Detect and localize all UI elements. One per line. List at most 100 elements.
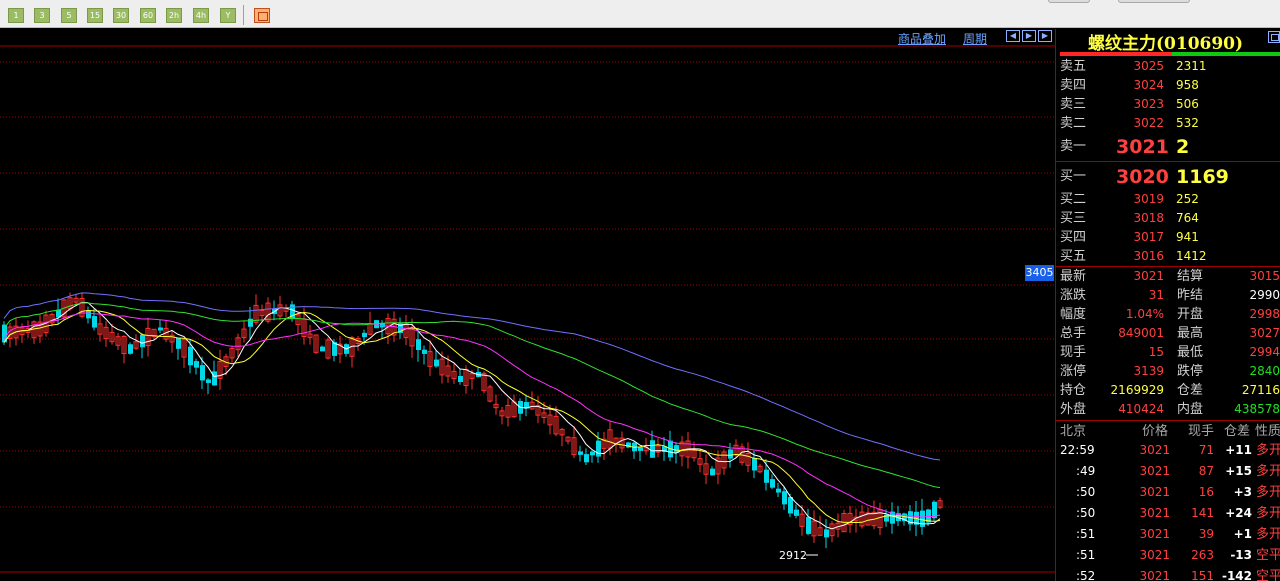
stat-value-left: 849001: [1118, 326, 1164, 340]
tick-price: 3021: [1139, 506, 1170, 520]
period-5-button[interactable]: 5: [61, 8, 77, 23]
period-30-button[interactable]: 30: [113, 8, 129, 23]
ask-label: 卖一: [1060, 139, 1087, 154]
overlay-link[interactable]: 商品叠加: [898, 30, 946, 47]
tick-row[interactable]: :51 3021 39 +1 多开: [1056, 525, 1280, 544]
tick-price: 3021: [1139, 485, 1170, 499]
tick-volume: 39: [1198, 527, 1214, 541]
candle-body: [248, 318, 253, 327]
candle-body: [650, 440, 655, 458]
candle-body: [86, 310, 91, 319]
period-15-button[interactable]: 15: [87, 8, 103, 23]
tick-row[interactable]: :49 3021 87 +15 多开: [1056, 462, 1280, 481]
candle-body: [638, 447, 643, 451]
candle-body: [776, 488, 781, 493]
stat-label-right: 内盘: [1177, 402, 1204, 417]
period-link[interactable]: 周期: [963, 30, 987, 47]
stat-value-left: 2169929: [1110, 383, 1164, 397]
stat-value-right: 2990: [1249, 288, 1280, 302]
bid-price: 3019: [1133, 192, 1164, 206]
ask-row[interactable]: 卖二 3022 532: [1056, 114, 1280, 133]
window-top-button-2[interactable]: [1118, 0, 1190, 3]
nav-left-icon[interactable]: ◀: [1006, 30, 1020, 42]
stat-label-left: 外盘: [1060, 402, 1087, 417]
candle-body: [806, 517, 811, 534]
bid-volume: 941: [1176, 230, 1199, 244]
period-1-button[interactable]: 1: [8, 8, 24, 23]
stat-row: 外盘 410424 内盘 438578: [1056, 400, 1280, 419]
tick-row[interactable]: 22:59 3021 71 +11 多开: [1056, 441, 1280, 460]
bid-row[interactable]: 买四 3017 941: [1056, 228, 1280, 247]
stat-row: 最新 3021 结算 3015: [1056, 267, 1280, 286]
tick-time: :50: [1076, 485, 1096, 499]
tick-price: 3021: [1139, 548, 1170, 562]
tick-row[interactable]: :51 3021 263 -13 空平: [1056, 546, 1280, 565]
buy-ratio-bar: [1060, 52, 1172, 56]
tick-price: 3021: [1139, 443, 1170, 457]
ask-row[interactable]: 卖一 3021 2: [1056, 133, 1280, 161]
tick-time: :50: [1076, 506, 1096, 520]
ask-volume: 532: [1176, 116, 1199, 130]
bid-label: 买五: [1060, 249, 1087, 264]
bid-label: 买二: [1060, 192, 1087, 207]
candle-body: [320, 346, 325, 352]
bid-row[interactable]: 买三 3018 764: [1056, 209, 1280, 228]
stat-label-left: 幅度: [1060, 307, 1087, 322]
candlestick-chart[interactable]: 2912: [0, 29, 1055, 581]
tick-oi-change: +11: [1225, 443, 1252, 457]
ask-row[interactable]: 卖三 3023 506: [1056, 95, 1280, 114]
ticks-header-nature: 性质: [1255, 424, 1280, 439]
ask-volume: 506: [1176, 97, 1199, 111]
bid-row[interactable]: 买一 3020 1169: [1056, 163, 1280, 191]
tick-row[interactable]: :50 3021 16 +3 多开: [1056, 483, 1280, 502]
tick-volume: 141: [1191, 506, 1214, 520]
period-3-button[interactable]: 3: [34, 8, 50, 23]
stat-value-left: 410424: [1118, 402, 1164, 416]
stat-label-left: 涨停: [1060, 364, 1087, 379]
period-year-button[interactable]: Y: [220, 8, 236, 23]
bid-row[interactable]: 买二 3019 252: [1056, 190, 1280, 209]
book-divider: [1056, 161, 1280, 162]
candle-body: [434, 359, 439, 367]
period-2h-button[interactable]: 2h: [166, 8, 182, 23]
period-4h-button[interactable]: 4h: [193, 8, 209, 23]
bid-price: 3018: [1133, 211, 1164, 225]
ask-row[interactable]: 卖五 3025 2311: [1056, 57, 1280, 76]
stat-row: 总手 849001 最高 3027: [1056, 324, 1280, 343]
stat-label-right: 仓差: [1177, 383, 1204, 398]
stat-row: 幅度 1.04% 开盘 2998: [1056, 305, 1280, 324]
tick-price: 3021: [1139, 527, 1170, 541]
ask-price: 3024: [1133, 78, 1164, 92]
candle-body: [578, 451, 583, 455]
nav-end-icon[interactable]: ▶: [1038, 30, 1052, 42]
ask-price: 3021: [1116, 136, 1169, 158]
candle-body: [188, 346, 193, 366]
candle-body: [194, 361, 199, 368]
bid-volume: 1412: [1176, 249, 1207, 263]
candle-body: [920, 510, 925, 527]
candle-body: [416, 339, 421, 350]
candle-body: [782, 491, 787, 505]
window-top-button[interactable]: [1048, 0, 1090, 3]
window-icon[interactable]: [1268, 31, 1280, 43]
bid-price: 3020: [1116, 166, 1169, 188]
stat-label-left: 最新: [1060, 269, 1087, 284]
tick-row[interactable]: :52 3021 151 -142 空平: [1056, 567, 1280, 581]
ask-row[interactable]: 卖四 3024 958: [1056, 76, 1280, 95]
nav-right-icon[interactable]: ▶: [1022, 30, 1036, 42]
quote-panel: 螺纹主力(010690) 卖五 3025 2311 卖四 3024 958 卖三 3023 50…: [1055, 29, 1280, 581]
tick-nature: 多开: [1256, 443, 1280, 458]
tick-row[interactable]: :50 3021 141 +24 多开: [1056, 504, 1280, 523]
bid-row[interactable]: 买五 3016 1412: [1056, 247, 1280, 266]
ask-price: 3022: [1133, 116, 1164, 130]
candle-body: [200, 365, 205, 381]
candle-body: [584, 454, 589, 463]
candle-body: [362, 332, 367, 338]
period-60-button[interactable]: 60: [140, 8, 156, 23]
candle-body: [206, 379, 211, 383]
calendar-icon[interactable]: [254, 8, 270, 23]
candle-body: [710, 468, 715, 476]
tick-volume: 151: [1191, 569, 1214, 581]
tick-time: :51: [1076, 548, 1096, 562]
tick-volume: 71: [1198, 443, 1214, 457]
